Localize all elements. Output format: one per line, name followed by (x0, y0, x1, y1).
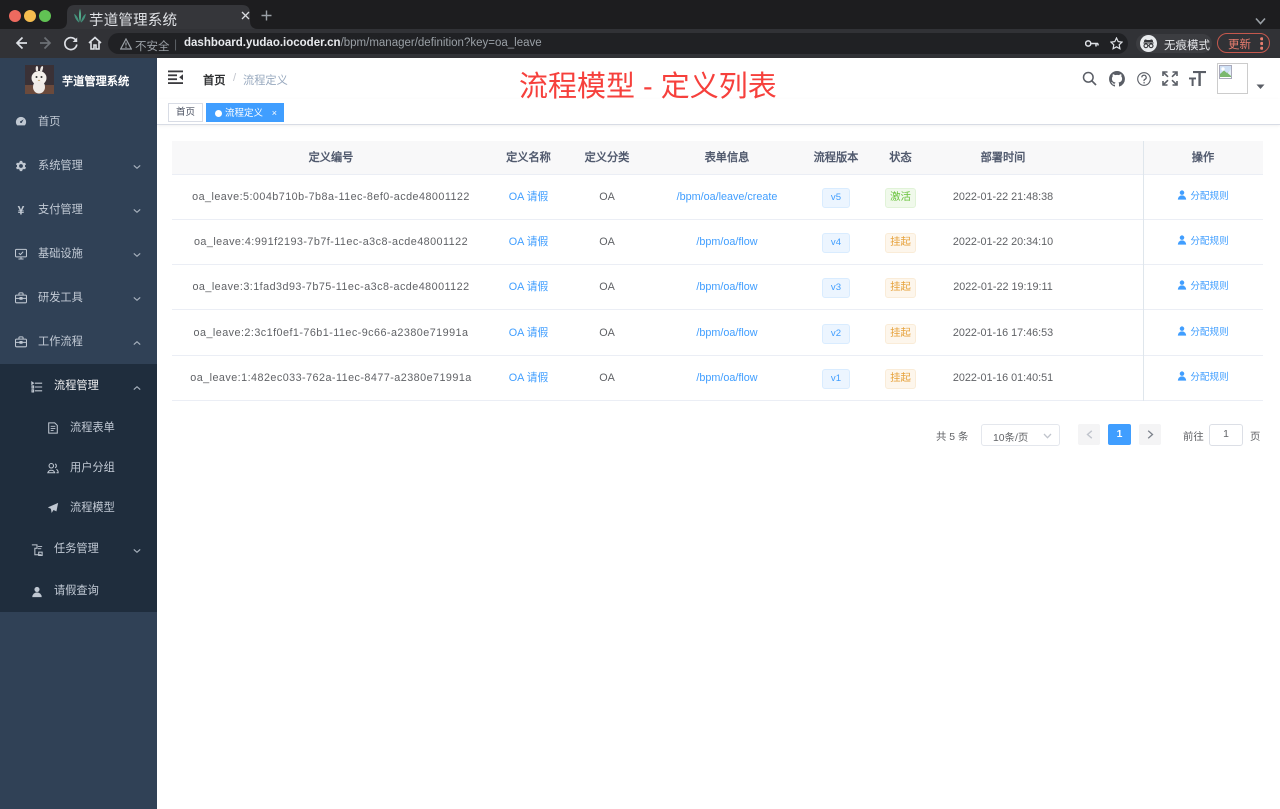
svg-text:¥: ¥ (18, 204, 25, 216)
